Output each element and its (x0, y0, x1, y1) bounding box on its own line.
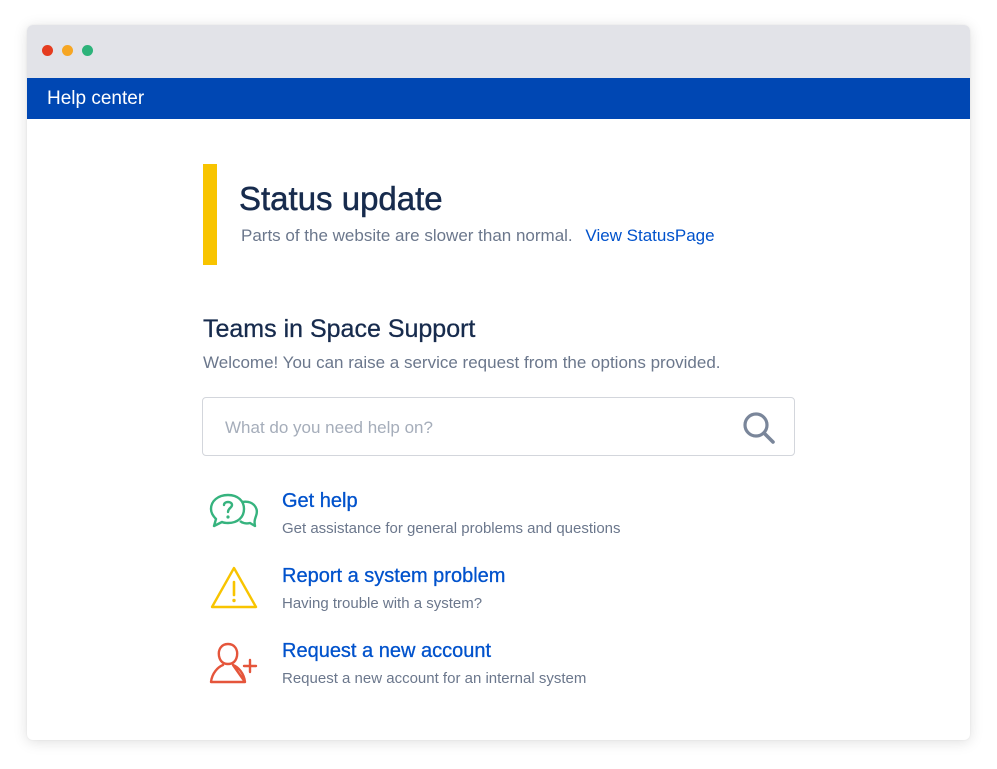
option-label[interactable]: Report a system problem (282, 565, 506, 588)
view-statuspage-link[interactable]: View StatusPage (585, 226, 714, 245)
status-accent-bar (203, 164, 217, 265)
app-title[interactable]: Help center (47, 88, 144, 110)
option-request-account[interactable]: Request a new account Request a new acco… (209, 640, 729, 696)
minimize-window-dot[interactable] (62, 45, 73, 56)
portal-subtitle: Welcome! You can raise a service request… (203, 353, 721, 372)
maximize-window-dot[interactable] (82, 45, 93, 56)
option-description: Request a new account for an internal sy… (282, 670, 587, 687)
option-label[interactable]: Get help (282, 490, 358, 513)
option-description: Get assistance for general problems and … (282, 520, 621, 537)
status-message: Parts of the website are slower than nor… (241, 226, 573, 245)
search-input[interactable] (223, 398, 707, 457)
search-box[interactable] (202, 397, 795, 457)
status-message-row: Parts of the website are slower than nor… (241, 226, 715, 246)
add-user-icon (209, 642, 258, 684)
option-get-help[interactable]: Get help Get assistance for general prob… (209, 490, 729, 546)
status-title: Status update (239, 180, 443, 218)
option-label[interactable]: Request a new account (282, 640, 491, 663)
close-window-dot[interactable] (42, 45, 53, 56)
window-chrome (27, 25, 970, 78)
search-icon[interactable] (742, 411, 776, 445)
option-description: Having trouble with a system? (282, 595, 483, 612)
browser-window: Help center Status update Parts of the w… (27, 25, 970, 740)
warning-triangle-icon (210, 566, 258, 609)
option-report-problem[interactable]: Report a system problem Having trouble w… (209, 565, 729, 621)
help-center-header: Help center (27, 78, 970, 119)
portal-title: Teams in Space Support (203, 315, 476, 343)
chat-bubbles-question-icon (209, 493, 258, 528)
